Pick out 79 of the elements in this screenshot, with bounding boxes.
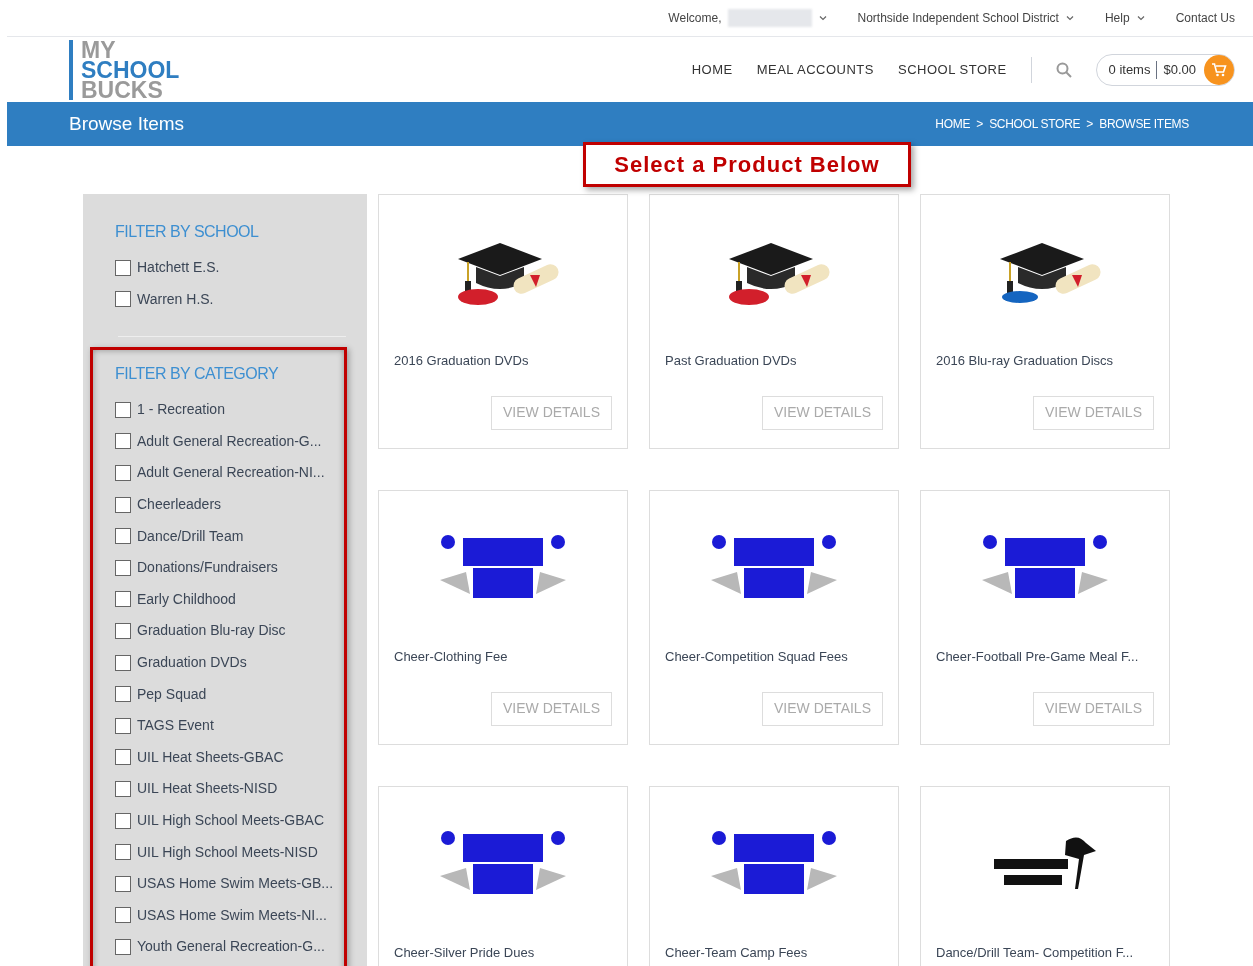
product-name: 2016 Graduation DVDs (393, 352, 530, 370)
product-name: Cheer-Competition Squad Fees (664, 648, 849, 666)
breadcrumb-link[interactable]: BROWSE ITEMS (1099, 115, 1189, 133)
filter-option[interactable]: UIL Heat Sheets-GBAC (115, 741, 344, 774)
filter-option[interactable]: UIL Heat Sheets-NISD (115, 773, 344, 805)
filter-option[interactable]: UIL High School Meets-NISD (115, 836, 344, 868)
breadcrumb-separator: > (1086, 116, 1094, 133)
product-card[interactable]: Cheer-Competition Squad Fees VIEW DETAILS (649, 490, 899, 745)
cart-icon (1204, 54, 1234, 85)
callout-heading: Select a Product Below (583, 142, 911, 187)
checkbox[interactable] (115, 401, 131, 418)
product-name: Cheer-Football Pre-Game Meal F... (935, 648, 1140, 666)
product-card[interactable]: Cheer-Football Pre-Game Meal F... VIEW DETAILS (920, 490, 1170, 745)
search-icon[interactable] (1055, 61, 1072, 78)
chevron-down-icon (1064, 13, 1075, 23)
product-card[interactable]: Cheer-Clothing Fee VIEW DETAILS (378, 490, 628, 745)
checkbox[interactable] (115, 907, 131, 924)
checkbox[interactable] (115, 938, 131, 955)
filter-option[interactable]: Dance/Drill Team (115, 520, 344, 552)
checkbox[interactable] (115, 559, 131, 576)
checkbox[interactable] (115, 844, 131, 861)
checkbox[interactable] (115, 496, 131, 513)
checkbox[interactable] (115, 780, 131, 797)
filter-option[interactable]: USAS Home Swim Meets-NI... (115, 899, 344, 932)
product-name: Past Graduation DVDs (664, 352, 798, 370)
filter-option[interactable]: Adult General Recreation-G... (115, 425, 344, 458)
checkbox[interactable] (115, 812, 131, 829)
checkbox[interactable] (115, 433, 131, 450)
product-card[interactable]: Past Graduation DVDs VIEW DETAILS (649, 194, 899, 449)
chevron-down-icon (1135, 13, 1146, 23)
checkbox[interactable] (115, 686, 131, 703)
filter-option[interactable]: Graduation DVDs (115, 646, 344, 679)
checkbox[interactable] (115, 717, 131, 734)
filter-option[interactable]: 1 - Recreation (115, 394, 344, 426)
contact-link[interactable]: Contact Us (1175, 9, 1235, 27)
product-name: 2016 Blu-ray Graduation Discs (935, 352, 1115, 370)
filter-option[interactable]: Youth General Recreation-G... (115, 931, 344, 963)
filter-heading: FILTER BY SCHOOL (115, 222, 260, 242)
filter-option[interactable]: Graduation Blu-ray Disc (115, 615, 344, 647)
filter-option[interactable]: Donations/Fundraisers (115, 551, 344, 584)
product-card[interactable]: 2016 Blu-ray Graduation Discs VIEW DETAILS (920, 194, 1170, 449)
product-card[interactable]: Cheer-Silver Pride Dues (378, 786, 628, 966)
checkbox[interactable] (115, 875, 131, 892)
filter-option[interactable]: Cheerleaders (115, 488, 344, 521)
checkbox[interactable] (115, 622, 131, 639)
product-name: Dance/Drill Team- Competition F... (935, 944, 1134, 962)
filter-option[interactable]: Adult General Recreation-NI... (115, 457, 344, 489)
checkbox[interactable] (115, 528, 131, 545)
nav-link[interactable]: MEAL ACCOUNTS (756, 59, 874, 80)
filter-option[interactable]: USAS Home Swim Meets-GB... (115, 867, 344, 900)
checkbox[interactable] (115, 654, 131, 671)
filter-option[interactable]: Pep Squad (115, 678, 344, 710)
filter-option[interactable]: Hatchett E.S. (115, 252, 347, 284)
filter-option[interactable]: UIL High School Meets-GBAC (115, 804, 344, 837)
page-title: Browse Items (69, 111, 185, 136)
welcome-text: Welcome, (668, 10, 722, 27)
filter-heading: FILTER BY CATEGORY (115, 364, 280, 384)
product-card[interactable]: Dance/Drill Team- Competition F... (920, 786, 1170, 966)
filter-option[interactable]: Early Childhood (115, 583, 344, 616)
product-card[interactable]: 2016 Graduation DVDs VIEW DETAILS (378, 194, 628, 449)
nav-link[interactable]: HOME (691, 59, 733, 80)
filter-option[interactable]: Warren H.S. (115, 283, 347, 316)
checkbox[interactable] (115, 749, 131, 766)
district-menu[interactable]: Northside Independent School District (857, 9, 1075, 27)
checkbox[interactable] (115, 591, 131, 608)
product-name: Cheer-Silver Pride Dues (393, 944, 536, 962)
product-name: Cheer-Team Camp Fees (664, 944, 809, 962)
checkbox[interactable] (115, 259, 131, 276)
checkbox[interactable] (115, 291, 131, 308)
product-name: Cheer-Clothing Fee (393, 648, 509, 666)
chevron-down-icon (817, 13, 828, 23)
checkbox[interactable] (115, 465, 131, 481)
breadcrumb-link[interactable]: HOME (935, 115, 971, 133)
breadcrumb-separator: > (976, 116, 984, 133)
nav-link[interactable]: SCHOOL STORE (897, 59, 1007, 80)
breadcrumb-link[interactable]: SCHOOL STORE (989, 115, 1081, 133)
product-card[interactable]: Cheer-Team Camp Fees (649, 786, 899, 966)
filter-option[interactable]: TAGS Event (115, 709, 344, 742)
help-menu[interactable]: Help (1104, 9, 1146, 27)
